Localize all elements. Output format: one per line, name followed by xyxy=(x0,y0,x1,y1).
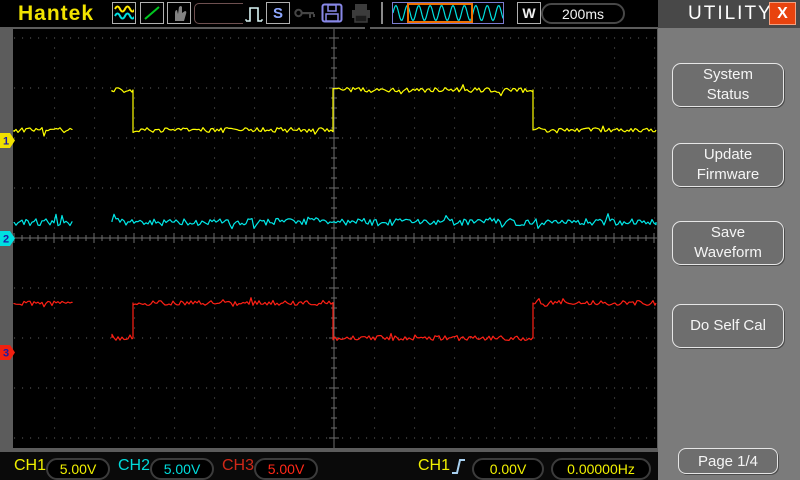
ch1-label: CH1 xyxy=(14,452,46,480)
update-firmware-button[interactable]: Update Firmware xyxy=(672,143,784,187)
close-icon: X xyxy=(777,5,788,23)
diagonal-line-icon xyxy=(142,4,162,22)
waves-icon xyxy=(114,4,134,22)
print-button[interactable] xyxy=(349,2,373,24)
hand-pan-button[interactable] xyxy=(167,2,191,24)
channel2-marker[interactable]: 2 xyxy=(0,231,16,246)
trigger-source-label: CH1 xyxy=(418,452,450,480)
rising-edge-icon xyxy=(451,456,467,476)
w-icon: W xyxy=(522,5,535,21)
svg-text:3: 3 xyxy=(3,348,9,360)
single-sequence-button[interactable]: S xyxy=(266,2,290,24)
ch3-scale-readout: 5.00V xyxy=(254,458,318,480)
printer-icon xyxy=(350,3,372,23)
s-icon: S xyxy=(273,5,283,22)
plot-frame: 1 2 3 xyxy=(0,27,658,452)
trigger-position-marker[interactable] xyxy=(365,27,370,31)
window-mode-button[interactable]: W xyxy=(517,2,541,24)
toolbar: Hantek S xyxy=(0,0,658,27)
pulse-mode-button[interactable] xyxy=(243,2,267,24)
trigger-level-readout: 0.00V xyxy=(472,458,544,480)
close-button[interactable]: X xyxy=(769,2,796,25)
waveform-preview[interactable] xyxy=(392,2,504,24)
channel1-marker[interactable]: 1 xyxy=(0,133,16,148)
status-bar: CH1 5.00V CH2 5.00V CH3 5.00V CH1 0.00V … xyxy=(0,452,658,480)
ch2-label: CH2 xyxy=(118,452,150,480)
svg-text:2: 2 xyxy=(3,234,9,246)
ch2-scale-readout: 5.00V xyxy=(150,458,214,480)
trigger-frequency-readout: 0.00000Hz xyxy=(551,458,651,480)
page-indicator-button[interactable]: Page 1/4 xyxy=(678,448,778,474)
scope-graticule-and-traces xyxy=(13,29,657,448)
save-waveform-button[interactable]: Save Waveform xyxy=(672,221,784,265)
ch1-scale-readout: 5.00V xyxy=(46,458,110,480)
svg-text:1: 1 xyxy=(3,136,9,148)
waveform-display xyxy=(13,29,657,448)
save-button[interactable] xyxy=(320,2,344,24)
cursor-line-button[interactable] xyxy=(140,2,164,24)
ch3-label: CH3 xyxy=(222,452,254,480)
hand-icon xyxy=(169,4,189,22)
preview-selection-window[interactable] xyxy=(407,3,473,23)
menu-panel: UTILITY X System Status Update Firmware … xyxy=(658,0,800,480)
menu-title: UTILITY xyxy=(688,3,773,25)
lock-key-button[interactable] xyxy=(294,2,318,24)
pulse-icon xyxy=(244,2,266,24)
channel3-marker[interactable]: 3 xyxy=(0,345,16,360)
waveform-channels-button[interactable] xyxy=(112,2,136,24)
menu-header: UTILITY X xyxy=(658,0,800,28)
do-self-cal-button[interactable]: Do Self Cal xyxy=(672,304,784,348)
toolbar-separator xyxy=(381,2,383,24)
floppy-save-icon xyxy=(321,3,343,23)
key-icon xyxy=(294,6,318,20)
system-status-button[interactable]: System Status xyxy=(672,63,784,107)
brand-logo: Hantek xyxy=(18,2,94,26)
oscilloscope-screen: Hantek S xyxy=(0,0,800,480)
timebase-readout: 200ms xyxy=(541,3,625,24)
